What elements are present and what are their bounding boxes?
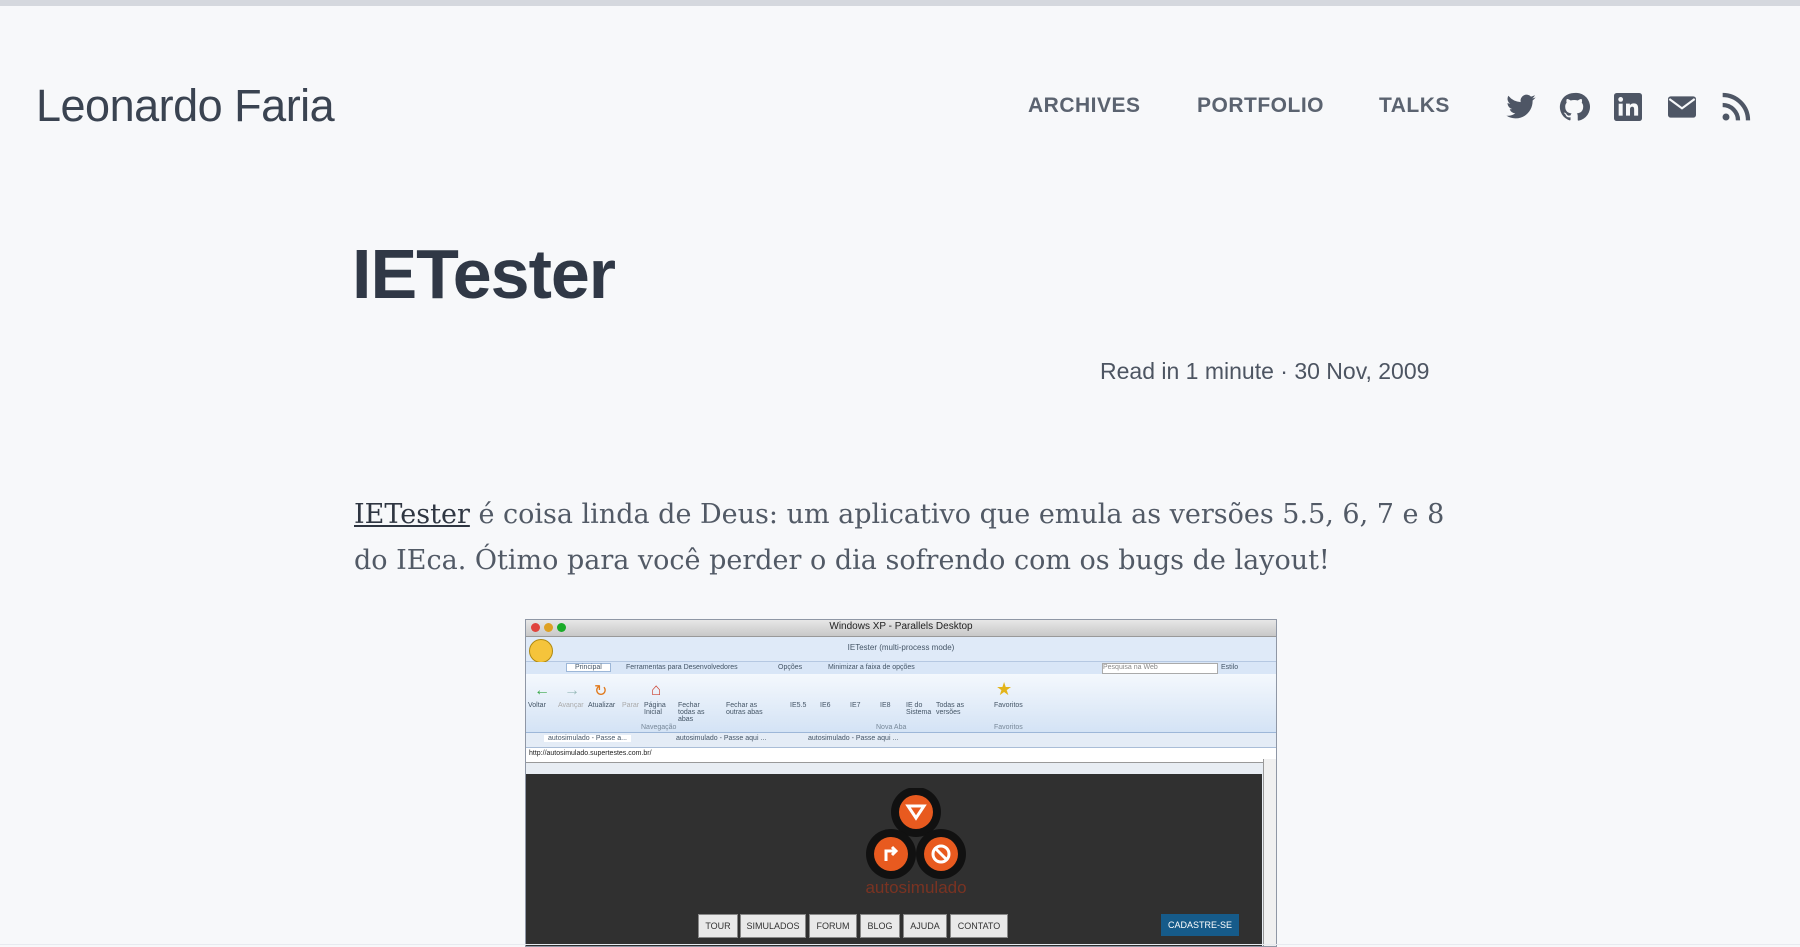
site-menu-tour: TOUR [698, 914, 738, 938]
scrollbar [1263, 759, 1276, 946]
toolbar-fechar-outras: Fechar as outras abas [726, 702, 763, 716]
browser-tab-3: autosimulado - Passe aqui ... [808, 735, 899, 742]
autosimulado-logo-text: autosimulado [865, 878, 967, 897]
toolbar-voltar: Voltar [528, 702, 546, 709]
site-menu-blog: BLOG [860, 914, 900, 938]
site-menu-forum: FORUM [809, 914, 857, 938]
post-body-text: é coisa linda de Deus: um aplicativo que… [354, 499, 1445, 576]
group-navegacao: Navegação [641, 724, 677, 731]
app-titlebar: IETester (multi-process mode) [526, 637, 1276, 663]
nav-archives[interactable]: ARCHIVES [1028, 94, 1141, 118]
post-body: IETester é coisa linda de Deus: um aplic… [354, 492, 1454, 584]
toolbar-ie6: IE6 [820, 702, 831, 709]
window-titlebar: Windows XP - Parallels Desktop [526, 620, 1276, 637]
cadastre-se-button: CADASTRE-SE [1161, 914, 1239, 936]
toolbar-ie55: IE5.5 [790, 702, 807, 709]
toolbar-fechar-todas: Fechar todas as abas [678, 702, 705, 723]
post-title: IETester [352, 235, 616, 313]
github-icon[interactable] [1558, 91, 1590, 123]
browser-tab-2: autosimulado - Passe aqui ... [676, 735, 767, 742]
autosimulado-logo: autosimulado [846, 787, 986, 908]
forward-arrow-icon: → [564, 682, 580, 699]
twitter-icon[interactable] [1505, 91, 1537, 123]
site-menu-simulados: SIMULADOS [740, 914, 806, 938]
top-border [0, 0, 1800, 6]
toolbar-pagina-inicial: Página Inicial [644, 702, 666, 716]
mail-icon[interactable] [1666, 91, 1698, 123]
toolbar-todas-versoes: Todas as versões [936, 702, 965, 716]
toolbar-atualizar: Atualizar [588, 702, 616, 709]
linkedin-icon[interactable] [1612, 91, 1644, 123]
ietester-link[interactable]: IETester [354, 499, 470, 530]
ietester-screenshot: Windows XP - Parallels Desktop IETester … [525, 619, 1277, 947]
post-meta: Read in 1 minute · 30 Nov, 2009 [1100, 358, 1430, 384]
site-content: autosimulado TOUR SIMULADOS FORUM BLOG A… [526, 774, 1262, 946]
site-title[interactable]: Leonardo Faria [36, 80, 335, 132]
nav-portfolio[interactable]: PORTFOLIO [1197, 94, 1324, 118]
home-icon: ⌂ [651, 680, 662, 699]
toolbar-ie-sistema: IE do Sistema [906, 702, 932, 716]
refresh-icon: ↻ [594, 683, 608, 700]
nav-talks[interactable]: TALKS [1379, 94, 1450, 118]
site-menu-ajuda: AJUDA [903, 914, 947, 938]
toolbar-parar: Parar [622, 702, 640, 709]
toolbar-avancar: Avançar [558, 702, 584, 709]
rss-icon[interactable] [1720, 91, 1752, 123]
browser-tab-1: autosimulado - Passe a... [544, 735, 631, 742]
site-menu-contato: CONTATO [950, 914, 1008, 938]
back-arrow-icon: ← [534, 682, 550, 699]
group-nova-aba: Nova Aba [876, 724, 907, 731]
toolbar-ie7: IE7 [850, 702, 861, 709]
ribbon-tabs: Principal Ferramentas para Desenvolvedor… [526, 662, 1276, 674]
ribbon-tab-ferramentas: Ferramentas para Desenvolvedores [626, 664, 738, 671]
toolbar-favoritos: Favoritos [994, 702, 1023, 709]
browser-tabstrip: autosimulado - Passe a... autosimulado -… [526, 733, 1276, 748]
address-bar: http://autosimulado.supertestes.com.br/ [526, 748, 1276, 763]
window-title: Windows XP - Parallels Desktop [829, 621, 973, 632]
app-title: IETester (multi-process mode) [847, 643, 955, 652]
ribbon-tab-opcoes: Opções [778, 664, 803, 671]
search-input: Pesquisa na Web [1102, 663, 1218, 674]
address-text: http://autosimulado.supertestes.com.br/ [529, 750, 652, 757]
ribbon-body: Voltar Avançar Atualizar Parar Página In… [526, 674, 1276, 733]
star-icon: ★ [996, 679, 1013, 699]
ribbon-tab-minimizar: Minimizar a faixa de opções [828, 664, 915, 671]
ribbon-tab-principal: Principal [566, 663, 611, 672]
estilo-menu: Estilo [1221, 664, 1239, 671]
group-favoritos: Favoritos [994, 724, 1023, 731]
toolbar-ie8: IE8 [880, 702, 891, 709]
